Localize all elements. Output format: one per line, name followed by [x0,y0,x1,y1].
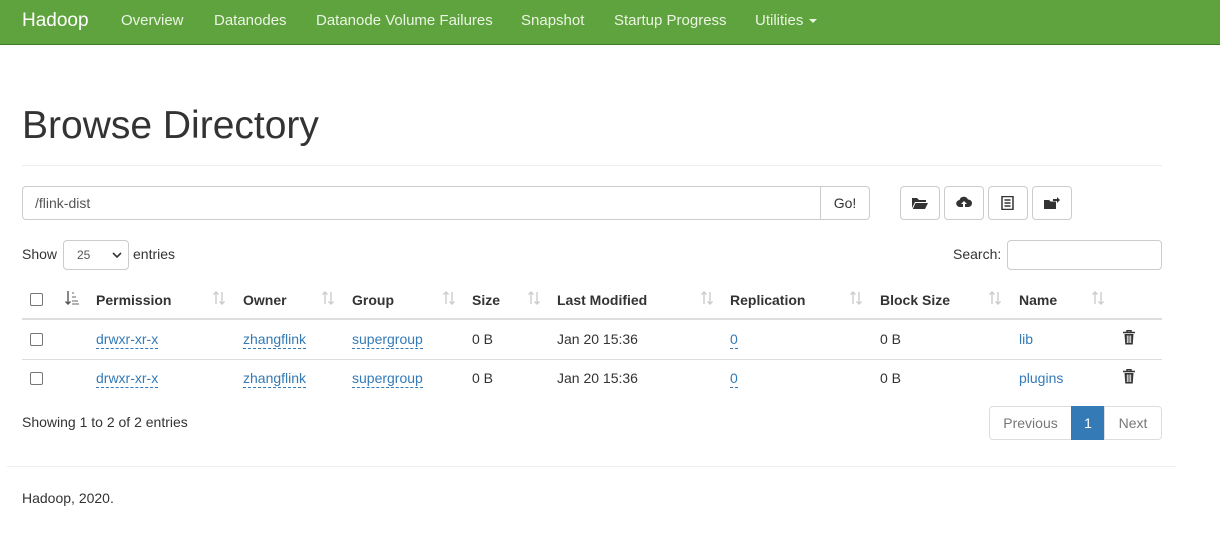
show-label: Show [22,246,58,262]
owner-cell[interactable]: zhangflink [243,331,307,349]
name-link[interactable]: lib [1019,331,1033,347]
sort-icon[interactable] [1091,290,1105,306]
footer-divider [7,466,1176,467]
sort-icon[interactable] [700,290,714,306]
caret-down-icon [809,19,818,24]
row-divider [22,359,1162,360]
nav-overview[interactable]: Overview [121,12,184,29]
column-header-permission[interactable]: Permission [96,292,171,308]
nav-startup-progress[interactable]: Startup Progress [614,12,727,29]
replication-cell[interactable]: 0 [730,331,738,349]
entries-label: entries [133,246,176,262]
owner-cell[interactable]: zhangflink [243,370,307,388]
next-page-button[interactable]: Next [1104,406,1162,440]
column-header-last-modified[interactable]: Last Modified [557,292,647,308]
name-link[interactable]: plugins [1019,370,1063,386]
block-size-cell: 0 B [880,331,902,347]
nav-utilities-label: Utilities [755,12,804,29]
row-checkbox[interactable] [30,333,43,346]
nav-datanode-volume-failures[interactable]: Datanode Volume Failures [316,12,493,29]
last-modified-cell: Jan 20 15:36 [557,370,638,386]
folder-open-icon [912,198,928,209]
search-input[interactable] [1007,240,1162,270]
current-page-button[interactable]: 1 [1071,406,1105,440]
column-header-replication[interactable]: Replication [730,292,805,308]
cut-paste-button[interactable] [988,186,1028,220]
page-title: Browse Directory [22,104,319,147]
entries-length-value: 25 [77,248,91,262]
permission-cell[interactable]: drwxr-xr-x [96,331,159,349]
sort-icon[interactable] [988,290,1002,306]
title-divider [22,165,1162,166]
block-size-cell: 0 B [880,370,902,386]
top-navbar: Hadoop Overview Datanodes Datanode Volum… [0,0,1220,45]
sort-icon[interactable] [321,290,335,306]
search-label: Search: [953,246,1002,262]
upload-button[interactable] [944,186,984,220]
chevron-down-icon [112,252,122,259]
last-modified-cell: Jan 20 15:36 [557,331,638,347]
row-checkbox[interactable] [30,372,43,385]
sort-amount-icon[interactable] [65,290,79,306]
brand-logo[interactable]: Hadoop [22,10,89,32]
create-directory-button[interactable] [900,186,940,220]
replication-cell[interactable]: 0 [730,370,738,388]
column-header-group[interactable]: Group [352,292,394,308]
group-cell[interactable]: supergroup [352,331,423,349]
table-header-divider [22,318,1162,320]
permission-cell[interactable]: drwxr-xr-x [96,370,159,388]
column-header-owner[interactable]: Owner [243,292,287,308]
nav-snapshot[interactable]: Snapshot [521,12,584,29]
size-cell: 0 B [472,370,494,386]
column-header-name[interactable]: Name [1019,292,1057,308]
select-all-checkbox[interactable] [30,293,43,306]
directory-path-input[interactable] [22,186,821,220]
nav-utilities-dropdown[interactable]: Utilities [755,12,818,29]
cloud-upload-icon [956,196,972,208]
column-header-block-size[interactable]: Block Size [880,292,950,308]
previous-page-button[interactable]: Previous [989,406,1072,440]
move-button[interactable] [1032,186,1072,220]
sort-icon[interactable] [212,290,226,306]
footer-text: Hadoop, 2020. [22,490,114,506]
entries-length-select[interactable]: 25 [63,240,129,270]
sort-icon[interactable] [442,290,456,306]
group-cell[interactable]: supergroup [352,370,423,388]
column-header-size[interactable]: Size [472,292,500,308]
nav-datanodes[interactable]: Datanodes [214,12,287,29]
trash-icon[interactable] [1123,330,1135,345]
trash-icon[interactable] [1123,369,1135,384]
go-button[interactable]: Go! [820,186,870,220]
sort-icon[interactable] [849,290,863,306]
list-alt-icon [1001,196,1014,210]
sort-icon[interactable] [527,290,541,306]
folder-move-icon [1044,197,1060,209]
size-cell: 0 B [472,331,494,347]
table-info: Showing 1 to 2 of 2 entries [22,414,188,430]
